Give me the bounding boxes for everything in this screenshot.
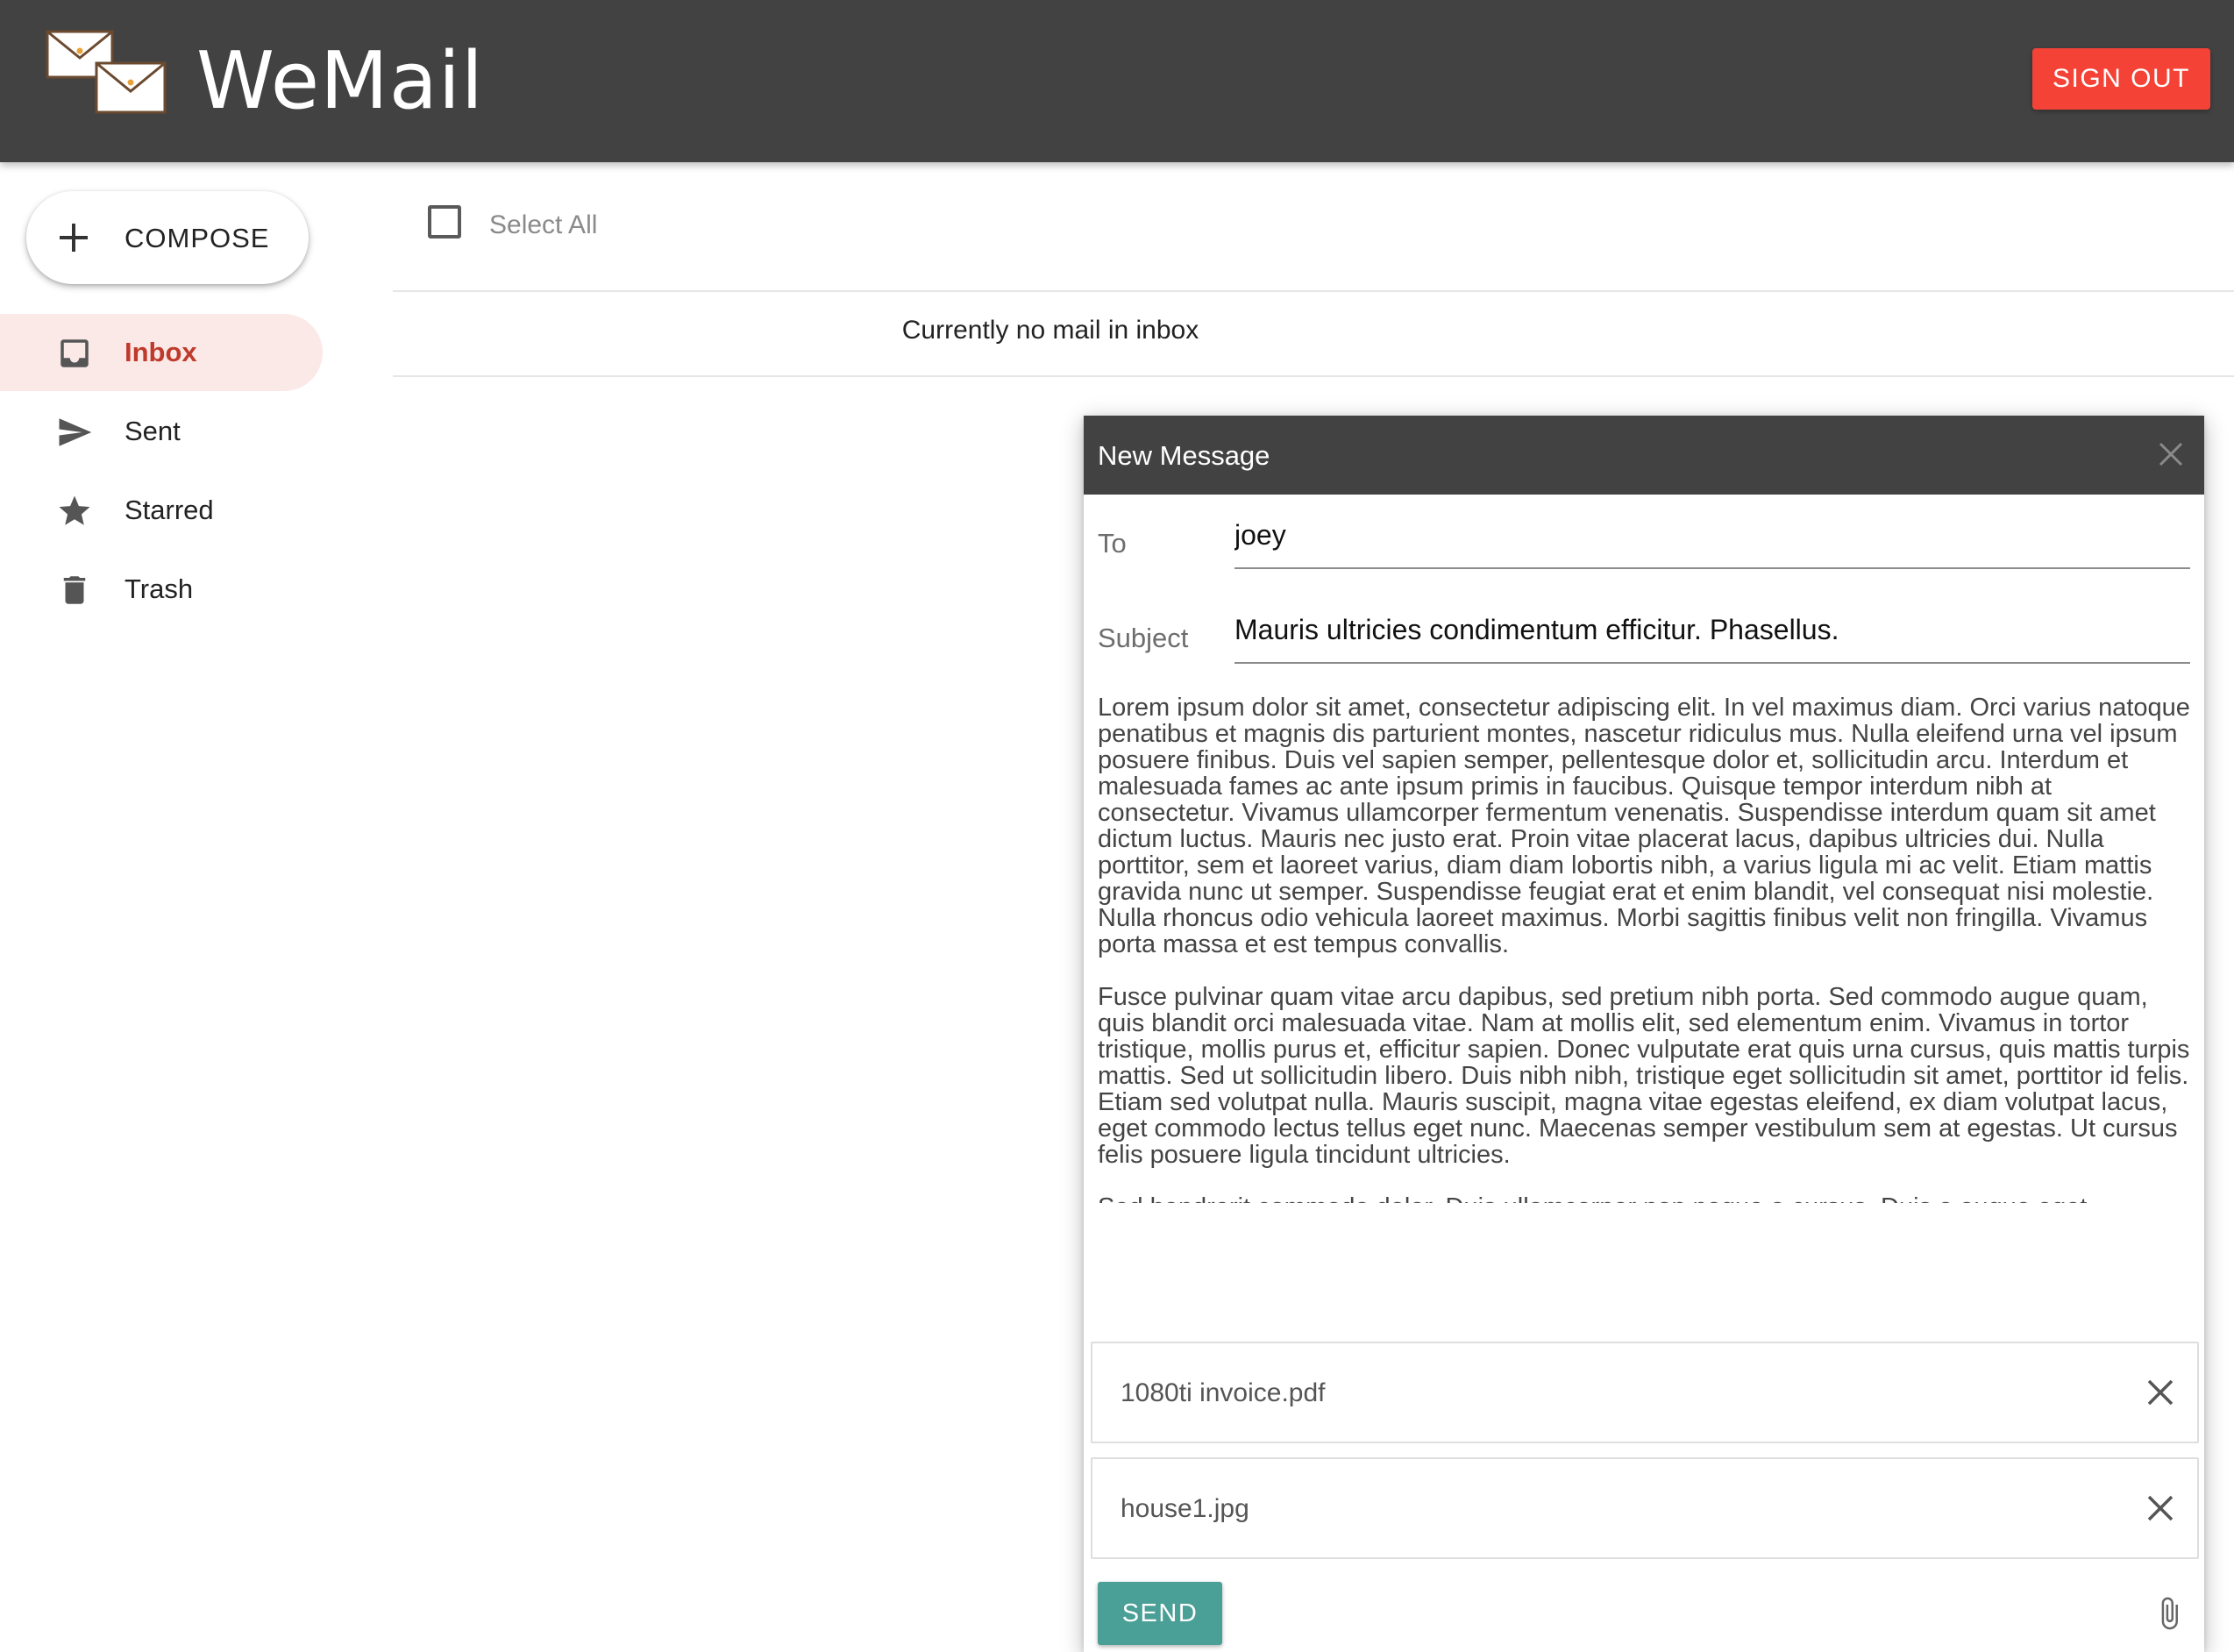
app-bar: WeMail SIGN OUT [0, 0, 2234, 162]
trash-icon [63, 576, 86, 604]
select-all-checkbox[interactable] [428, 205, 461, 239]
subject-field[interactable] [1234, 614, 2190, 664]
close-icon[interactable] [2155, 438, 2187, 470]
envelopes-logo-icon [46, 30, 167, 114]
list-divider [393, 375, 2234, 377]
attachment-name: house1.jpg [1121, 1494, 1249, 1523]
compose-dialog-title: New Message [1098, 440, 1270, 471]
compose-dialog-header: New Message [1084, 416, 2204, 495]
plus-icon [60, 224, 88, 252]
sidebar-item-inbox[interactable]: Inbox [0, 314, 323, 391]
send-button[interactable]: SEND [1098, 1582, 1222, 1645]
compose-dialog: New Message To Subject Lorem ipsum dolor… [1084, 416, 2204, 1652]
attachment-item: 1080ti invoice.pdf [1091, 1342, 2199, 1443]
compose-label: COMPOSE [125, 223, 270, 253]
subject-label: Subject [1098, 623, 1189, 653]
send-icon [59, 418, 92, 446]
empty-inbox-message: Currently no mail in inbox [901, 316, 1199, 345]
to-field[interactable] [1234, 519, 2190, 569]
sidebar-item-label: Sent [125, 416, 181, 446]
compose-button[interactable]: COMPOSE [26, 191, 309, 284]
sidebar-item-label: Trash [125, 573, 194, 604]
sign-out-button[interactable]: SIGN OUT [2032, 48, 2210, 110]
sidebar-item-sent[interactable]: Sent [0, 393, 323, 470]
sidebar-item-label: Starred [125, 495, 214, 525]
list-divider [393, 290, 2234, 292]
select-all-row: Select All [393, 202, 743, 254]
attachment-name: 1080ti invoice.pdf [1121, 1378, 1326, 1407]
attachment-item: house1.jpg [1091, 1457, 2199, 1559]
sidebar-item-starred[interactable]: Starred [0, 472, 323, 549]
paperclip-icon[interactable] [2152, 1591, 2187, 1636]
select-all-label: Select All [489, 210, 598, 239]
inbox-icon [60, 339, 89, 367]
to-label: To [1098, 528, 1127, 559]
remove-attachment-icon[interactable] [2145, 1377, 2176, 1408]
app-brand-title: WeMail [196, 35, 484, 127]
sidebar-item-label: Inbox [125, 337, 197, 367]
remove-attachment-icon[interactable] [2145, 1492, 2176, 1524]
star-icon [59, 495, 90, 525]
sidebar-item-trash[interactable]: Trash [0, 551, 323, 628]
message-body-textarea[interactable]: Lorem ipsum dolor sit amet, consectetur … [1098, 694, 2194, 1203]
